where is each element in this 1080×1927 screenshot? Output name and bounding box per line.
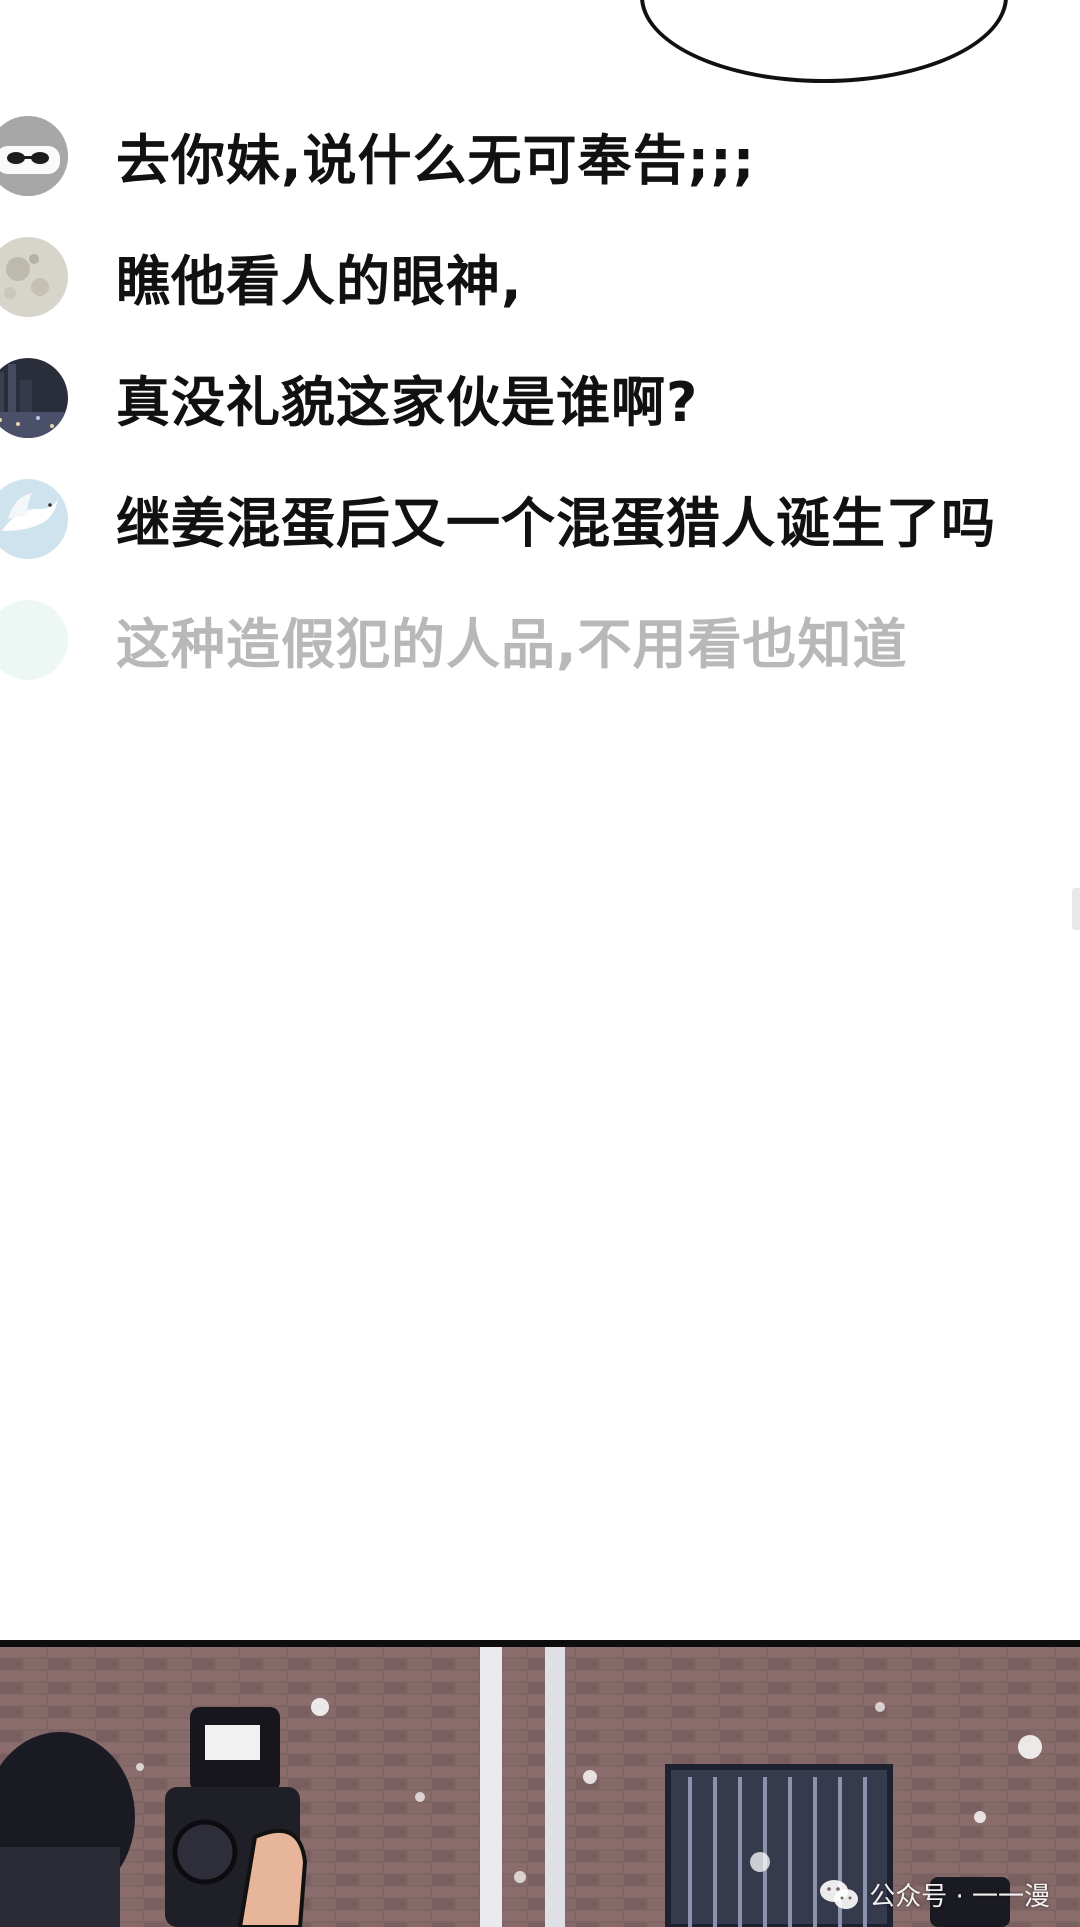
watermark: 公众号 · 一一漫 (819, 1876, 1050, 1913)
white-bird-avatar (0, 478, 68, 559)
pale-teal-avatar (0, 599, 68, 680)
night-city-avatar (0, 357, 68, 438)
comment-text: 去你妹,说什么无可奉告;;; (116, 129, 756, 192)
comic-panel-photographers: 公众号 · 一一漫 (0, 1640, 1080, 1927)
sunglasses-avatar (0, 115, 68, 196)
comment-row: 继姜混蛋后又一个混蛋猎人诞生了吗 (0, 458, 1080, 579)
comment-row: 真没礼貌这家伙是谁啊? (0, 337, 1080, 458)
comment-text: 继姜混蛋后又一个混蛋猎人诞生了吗 (116, 492, 996, 555)
moon-avatar (0, 236, 68, 317)
comment-text: 真没礼貌这家伙是谁啊? (116, 371, 699, 434)
comment-row: 瞧他看人的眼神, (0, 216, 1080, 337)
comment-row: 去你妹,说什么无可奉告;;; (0, 95, 1080, 216)
wechat-icon (820, 1879, 859, 1909)
comment-row: 这种造假犯的人品,不用看也知道 (0, 579, 1080, 700)
speech-bubble-edge (640, 0, 1008, 83)
comment-text: 瞧他看人的眼神, (116, 250, 523, 313)
watermark-text: 公众号 · 一一漫 (869, 1882, 1050, 1912)
comment-text: 这种造假犯的人品,不用看也知道 (116, 613, 908, 676)
danmaku-comment-list: 去你妹,说什么无可奉告;;; 瞧他看人的眼神, 真没礼貌这家伙是谁啊? 继姜混蛋… (0, 95, 1080, 700)
scroll-indicator[interactable] (1072, 888, 1080, 930)
